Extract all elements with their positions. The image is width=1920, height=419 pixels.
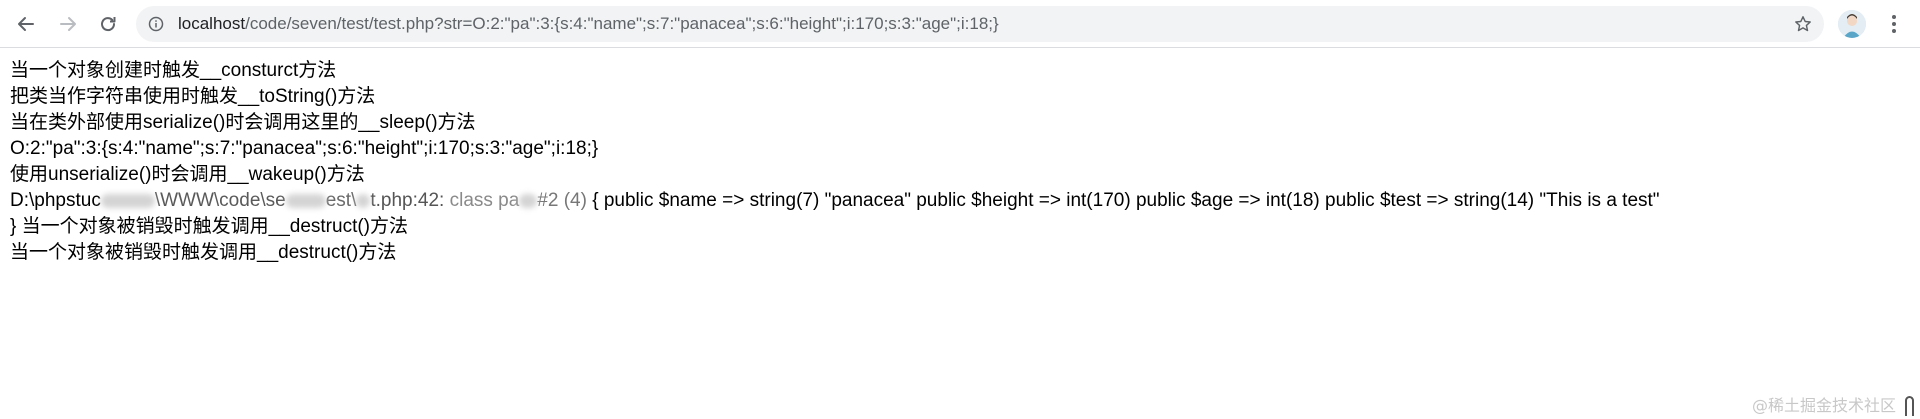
redaction-blur: [519, 193, 538, 208]
url-path: /code/seven/test/test.php?str=O:2:"pa":3…: [245, 14, 999, 33]
reload-button[interactable]: [92, 8, 124, 40]
var-dump-class: class pa: [449, 190, 520, 211]
output-line-destruct-2: 当一个对象被销毁时触发调用__destruct()方法: [10, 242, 397, 263]
var-dump-file-line: t.php:42:: [370, 190, 445, 211]
page-output: 当一个对象创建时触发__consturct方法 把类当作字符串使用时触发__to…: [10, 58, 1915, 266]
arrow-right-icon: [60, 17, 76, 31]
output-line-wakeup: 使用unserialize()时会调用__wakeup()方法: [10, 164, 365, 185]
output-line-construct: 当一个对象创建时触发__consturct方法: [10, 60, 337, 81]
var-dump-path-start: D:\phpstuc: [10, 190, 101, 211]
profile-avatar-icon: [1838, 10, 1866, 38]
window-resize-handle[interactable]: [1905, 396, 1914, 416]
browser-toolbar: localhost/code/seven/test/test.php?str=O…: [0, 0, 1920, 48]
var-dump-object-body: { public $name => string(7) "panacea" pu…: [592, 190, 1660, 211]
redaction-blur: [285, 193, 326, 208]
arrow-left-icon: [18, 17, 34, 31]
output-line-destruct-1: } 当一个对象被销毁时触发调用__destruct()方法: [10, 216, 408, 237]
output-line-sleep: 当在类外部使用serialize()时会调用这里的__sleep()方法: [10, 112, 476, 133]
address-bar[interactable]: localhost/code/seven/test/test.php?str=O…: [136, 6, 1824, 42]
output-line-var-dump: D:\phpstuc \WWW\code\se est\ t.php:42: clas…: [10, 188, 1915, 214]
var-dump-path-middle: \WWW\code\se: [154, 190, 286, 211]
back-button[interactable]: [10, 8, 42, 40]
output-line-tostring: 把类当作字符串使用时触发__toString()方法: [10, 86, 376, 107]
watermark: @稀土掘金技术社区: [1752, 396, 1897, 415]
redaction-blur: [356, 193, 371, 208]
info-circle-icon[interactable]: [148, 16, 164, 32]
var-dump-path-end: est\: [325, 190, 357, 211]
forward-button[interactable]: [52, 8, 84, 40]
url-host: localhost: [178, 14, 246, 33]
browser-menu-button[interactable]: [1880, 10, 1908, 38]
star-icon[interactable]: [1794, 15, 1812, 33]
kebab-menu-icon: [1892, 15, 1896, 33]
output-line-serialized: O:2:"pa":3:{s:4:"name";s:7:"panacea";s:6…: [10, 138, 599, 159]
url-text[interactable]: localhost/code/seven/test/test.php?str=O…: [178, 6, 999, 42]
redaction-blur: [100, 193, 155, 208]
var-dump-object-id: #2 (4): [537, 190, 587, 211]
avatar[interactable]: [1838, 10, 1866, 38]
reload-icon: [101, 17, 116, 32]
